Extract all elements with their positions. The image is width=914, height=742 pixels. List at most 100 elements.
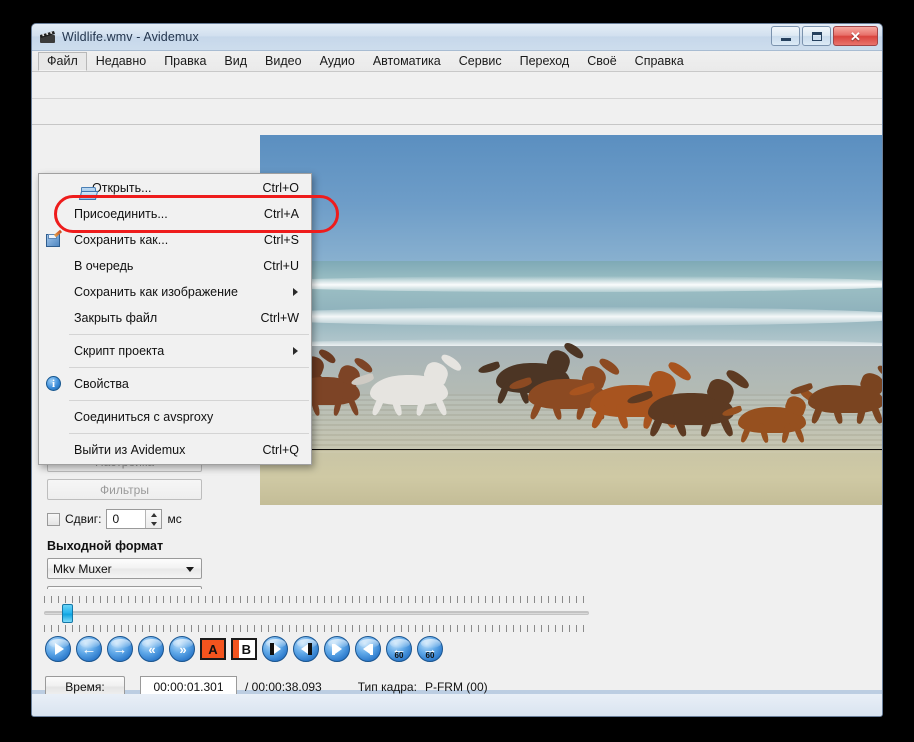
menu-item-help[interactable]: Справка — [626, 52, 693, 71]
menu-item-file[interactable]: Файл — [38, 51, 87, 71]
menu-close-file[interactable]: Закрыть файл Ctrl+W — [39, 305, 311, 331]
muxer-combo[interactable]: Mkv Muxer — [47, 558, 202, 579]
maximize-icon — [811, 31, 822, 41]
menu-close-file-label: Закрыть файл — [74, 311, 158, 325]
minimize-button[interactable] — [771, 26, 800, 46]
menu-item-goto[interactable]: Переход — [511, 52, 579, 71]
chevron-right-icon — [293, 347, 298, 355]
horse-figure-white — [350, 351, 465, 417]
open-folder-icon — [78, 184, 99, 201]
shift-spinbox[interactable]: 0 — [106, 509, 163, 529]
rewind-button[interactable]: « — [138, 636, 164, 662]
tick-marks-bottom — [44, 625, 589, 632]
marker-b-button[interactable]: B — [231, 638, 257, 660]
menu-quit-accel: Ctrl+Q — [262, 443, 299, 457]
menu-separator — [69, 400, 309, 401]
shift-label: Сдвиг: — [65, 512, 102, 526]
menu-item-audio[interactable]: Аудио — [311, 52, 364, 71]
menu-project-script-label: Скрипт проекта — [74, 344, 165, 358]
next-button[interactable]: → — [107, 636, 133, 662]
menu-open-label: Открыть... — [92, 181, 152, 195]
seek-slider[interactable] — [44, 596, 589, 632]
chevron-down-icon — [186, 567, 194, 572]
previous-keyframe-button[interactable] — [324, 636, 350, 662]
toolbar-secondary — [32, 99, 882, 125]
preview-sea — [260, 260, 882, 346]
film-clapper-icon — [39, 29, 56, 45]
menu-append-accel: Ctrl+A — [263, 207, 299, 221]
menu-quit-label: Выйти из Avidemux — [74, 443, 186, 457]
horse-figure — [626, 368, 752, 438]
back-60-label: 60 — [394, 651, 404, 660]
title-bar: Wildlife.wmv - Avidemux ✕ — [32, 24, 882, 51]
menu-item-custom[interactable]: Своё — [578, 52, 625, 71]
menu-separator — [69, 433, 309, 434]
menu-properties[interactable]: i Свойства — [39, 371, 311, 397]
window-title: Wildlife.wmv - Avidemux — [62, 30, 199, 44]
menu-queue-accel: Ctrl+U — [263, 259, 299, 273]
menu-project-script[interactable]: Скрипт проекта — [39, 338, 311, 364]
menu-save-as-label: Сохранить как... — [74, 233, 169, 247]
close-icon: ✕ — [850, 28, 861, 44]
menu-connect-avsproxy[interactable]: Соединиться с avsproxy — [39, 404, 311, 430]
previous-button[interactable]: ← — [76, 636, 102, 662]
frame-type-label: Тип кадра: — [357, 679, 417, 694]
save-icon — [45, 229, 63, 248]
menu-open[interactable]: Открыть... Ctrl+O — [39, 175, 311, 201]
close-button[interactable]: ✕ — [833, 26, 878, 46]
video-preview[interactable] — [260, 135, 882, 505]
menu-close-file-accel: Ctrl+W — [260, 311, 299, 325]
output-format-label: Выходной формат — [47, 539, 164, 553]
forward-button[interactable]: » — [169, 636, 195, 662]
spin-up-icon[interactable] — [150, 512, 157, 517]
shift-checkbox[interactable] — [47, 512, 60, 526]
toolbar-primary — [32, 72, 882, 99]
menu-item-video[interactable]: Видео — [256, 52, 311, 71]
menu-append-label: Присоединить... — [74, 207, 168, 221]
menu-item-tools[interactable]: Сервис — [450, 52, 511, 71]
menu-connect-avsproxy-label: Соединиться с avsproxy — [74, 410, 214, 424]
menu-save-as[interactable]: Сохранить как... Ctrl+S — [39, 227, 311, 253]
menu-item-auto[interactable]: Автоматика — [364, 52, 450, 71]
menu-save-as-image[interactable]: Сохранить как изображение — [39, 279, 311, 305]
seek-track[interactable] — [44, 611, 589, 615]
preview-sky — [260, 135, 882, 261]
menu-append[interactable]: Присоединить... Ctrl+A — [39, 201, 311, 227]
total-time-label: / 00:00:38.093 — [245, 679, 322, 694]
go-to-marker-b-button[interactable] — [293, 636, 319, 662]
menu-open-accel: Ctrl+O — [262, 181, 299, 195]
spinner-arrows[interactable] — [145, 510, 162, 528]
forward-60-label: 60 — [425, 651, 435, 660]
audio-filters-button[interactable]: Фильтры — [47, 479, 202, 500]
avidemux-window: Wildlife.wmv - Avidemux ✕ Файл Недавно П… — [31, 23, 883, 717]
menu-queue-label: В очередь — [74, 259, 134, 273]
maximize-button[interactable] — [802, 26, 831, 46]
menu-queue[interactable]: В очередь Ctrl+U — [39, 253, 311, 279]
preview-surf-line — [260, 275, 882, 293]
file-menu-dropdown: Открыть... Ctrl+O Присоединить... Ctrl+A… — [38, 173, 312, 465]
back-60-button[interactable]: ← 60 — [386, 636, 412, 662]
menu-save-as-accel: Ctrl+S — [263, 233, 299, 247]
next-keyframe-button[interactable] — [355, 636, 381, 662]
seek-handle[interactable] — [62, 604, 73, 623]
go-to-marker-a-button[interactable] — [262, 636, 288, 662]
muxer-value: Mkv Muxer — [53, 561, 112, 576]
marker-a-button[interactable]: A — [200, 638, 226, 660]
spin-down-icon[interactable] — [150, 521, 157, 526]
preview-surf-line — [260, 307, 882, 326]
timeline-area: ← → « » A B ← 60 → 60 Время: 00:00:01.301 … — [32, 589, 882, 697]
menu-item-view[interactable]: Вид — [215, 52, 256, 71]
horse-figure — [721, 386, 821, 444]
play-button[interactable] — [45, 636, 71, 662]
chevron-right-icon — [293, 288, 298, 296]
preview-dry-sand — [260, 449, 882, 505]
status-strip — [32, 694, 882, 716]
menu-separator — [69, 334, 309, 335]
window-controls: ✕ — [771, 26, 878, 46]
menu-item-recent[interactable]: Недавно — [87, 52, 155, 71]
menu-quit[interactable]: Выйти из Avidemux Ctrl+Q — [39, 437, 311, 463]
forward-60-button[interactable]: → 60 — [417, 636, 443, 662]
menu-item-edit[interactable]: Правка — [155, 52, 215, 71]
frame-type-value: P-FRM (00) — [424, 679, 488, 694]
tick-marks-top — [44, 596, 589, 603]
